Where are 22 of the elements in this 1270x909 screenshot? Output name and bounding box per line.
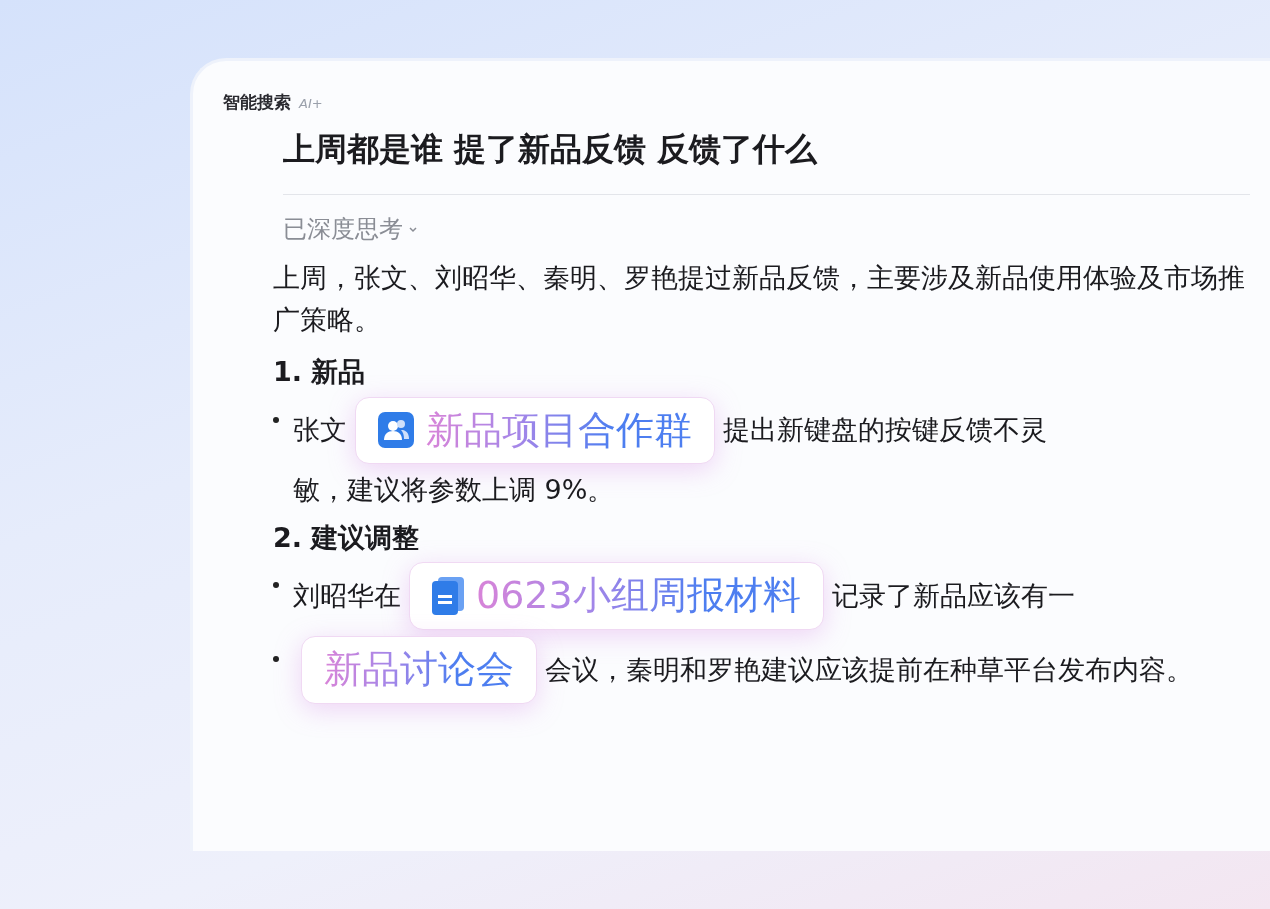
- answer-text: 张文: [293, 413, 347, 448]
- document-icon: [432, 577, 464, 616]
- ai-label: AI+: [299, 96, 323, 111]
- source-chip[interactable]: 0623小组周报材料: [409, 562, 824, 631]
- source-chip[interactable]: 新品项目合作群: [355, 396, 715, 465]
- search-query: 上周都是谁 提了新品反馈 反馈了什么: [283, 128, 1250, 195]
- answer-text: 刘昭华在: [293, 579, 401, 613]
- source-chip[interactable]: 新品讨论会: [301, 636, 537, 704]
- answer-summary: 上周，张文、刘昭华、秦明、罗艳提过新品反馈，主要涉及新品使用体验及市场推广策略。: [273, 261, 1246, 337]
- section-heading: 2. 建议调整: [273, 520, 421, 555]
- bullet-dot: [273, 582, 279, 589]
- bullet-dot: [273, 656, 279, 663]
- group-icon: [378, 412, 414, 449]
- section-heading: 1. 新品: [273, 354, 367, 389]
- answer-text: 提出新键盘的按键反馈不灵: [723, 413, 1047, 448]
- answer-text: 会议，秦明和罗艳建议应该提前在种草平台发: [545, 652, 1085, 687]
- answer-text: 敏，建议将参数上调 9%。: [293, 473, 615, 508]
- answer-text: 布内容。: [1085, 652, 1193, 687]
- bullet-dot: [273, 416, 279, 423]
- thinking-toggle[interactable]: 已深度思考: [283, 213, 419, 245]
- answer-text: 记录了新品应该有一: [831, 579, 1075, 613]
- app-title: 智能搜索: [223, 91, 291, 114]
